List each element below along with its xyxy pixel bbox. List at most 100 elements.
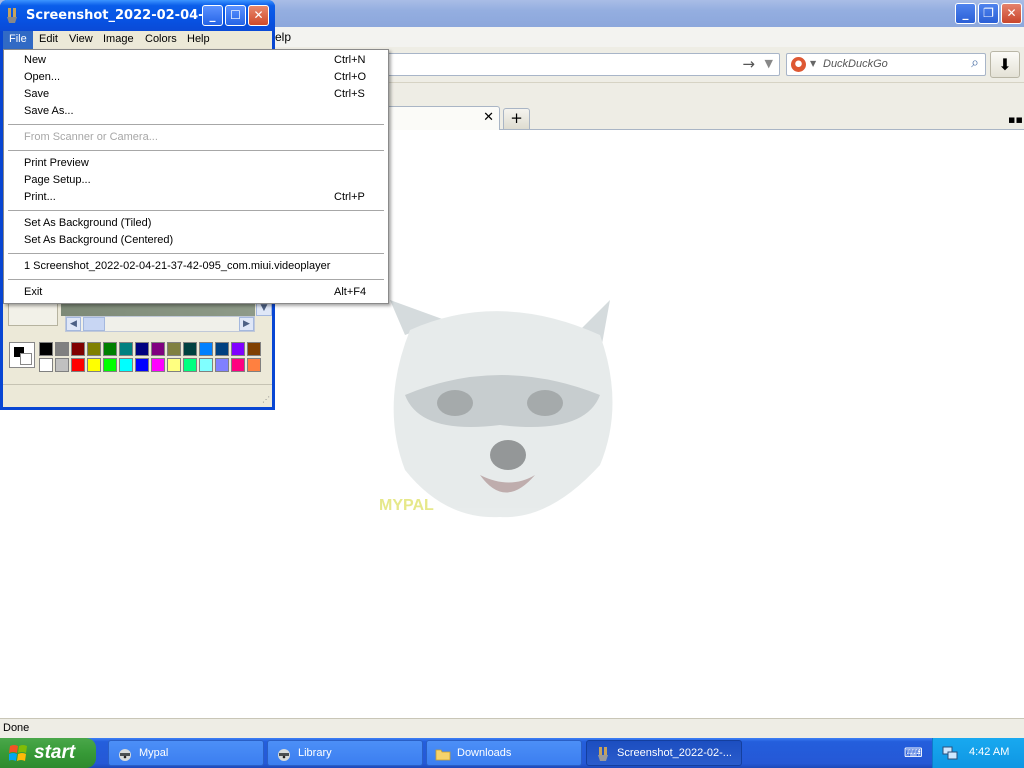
palette-swatch[interactable]	[247, 358, 261, 372]
horizontal-scrollbar[interactable]: ◀ ▶	[65, 316, 255, 332]
palette-swatch[interactable]	[119, 358, 133, 372]
paint-title: Screenshot_2022-02-04-...	[26, 8, 219, 23]
palette-swatch[interactable]	[199, 342, 213, 356]
menu-edit[interactable]: Edit	[33, 31, 64, 49]
close-tab-icon[interactable]: ✕	[483, 110, 494, 125]
paint-titlebar[interactable]: Screenshot_2022-02-04-... _ ☐ ✕	[0, 0, 275, 31]
menu-item-label: Page Setup...	[24, 174, 91, 186]
menu-item-shortcut: Ctrl+S	[334, 88, 365, 100]
browser-restore-button[interactable]: ❐	[978, 3, 999, 24]
taskbar-button-mypal[interactable]: Mypal	[108, 740, 264, 766]
browser-tab[interactable]: ✕	[385, 106, 500, 130]
palette-swatch[interactable]	[167, 358, 181, 372]
search-icon[interactable]: ⌕	[971, 55, 979, 71]
current-colors[interactable]	[9, 342, 35, 368]
palette-swatch[interactable]	[103, 358, 117, 372]
palette-swatch[interactable]	[103, 342, 117, 356]
menu-item-label: New	[24, 54, 47, 66]
paint-menubar: File Edit View Image Colors Help	[3, 31, 272, 49]
taskbar-button-screenshot[interactable]: Screenshot_2022-02-...	[586, 740, 742, 766]
download-button[interactable]: ⬇	[990, 51, 1020, 78]
raccoon-icon	[278, 749, 290, 761]
menu-file[interactable]: File	[3, 31, 33, 49]
tab-list-icon[interactable]: ▪▪	[1008, 113, 1023, 126]
palette-swatch[interactable]	[183, 342, 197, 356]
status-text: Done	[3, 722, 30, 734]
url-bar[interactable]: → ▼	[380, 53, 780, 76]
menu-item-page-setup[interactable]: Page Setup...	[6, 172, 386, 189]
palette-swatch[interactable]	[231, 342, 245, 356]
palette-swatch[interactable]	[71, 342, 85, 356]
palette-swatch[interactable]	[71, 358, 85, 372]
taskbar-button-label: Mypal	[139, 747, 169, 759]
taskbar-button-downloads[interactable]: Downloads	[426, 740, 582, 766]
url-dropdown-icon[interactable]: ▼	[765, 57, 773, 70]
menu-separator	[8, 210, 384, 211]
raccoon-icon	[119, 749, 131, 761]
browser-minimize-button[interactable]: _	[955, 3, 976, 24]
menu-image[interactable]: Image	[97, 31, 140, 49]
menu-item-save-as[interactable]: Save As...	[6, 103, 386, 120]
go-arrow-icon[interactable]: →	[742, 55, 755, 73]
palette-swatch[interactable]	[183, 358, 197, 372]
palette-swatch[interactable]	[167, 342, 181, 356]
palette-swatch[interactable]	[55, 342, 69, 356]
menu-item-shortcut: Ctrl+P	[334, 191, 365, 203]
palette-swatch[interactable]	[151, 342, 165, 356]
start-button[interactable]: start	[0, 738, 96, 768]
keyboard-icon[interactable]: ⌨	[904, 746, 923, 761]
clock[interactable]: 4:42 AM	[969, 746, 1009, 758]
windows-logo-icon	[9, 745, 27, 761]
new-tab-button[interactable]: +	[503, 108, 530, 130]
menu-item-open[interactable]: Open... Ctrl+O	[6, 69, 386, 86]
palette-swatch[interactable]	[119, 342, 133, 356]
menu-help[interactable]: Help	[181, 31, 216, 49]
menu-item-recent-file[interactable]: 1 Screenshot_2022-02-04-21-37-42-095_com…	[6, 258, 386, 275]
palette-swatch[interactable]	[55, 358, 69, 372]
start-label: start	[34, 742, 76, 763]
palette-swatch[interactable]	[39, 342, 53, 356]
paint-icon	[598, 747, 608, 761]
palette-swatch[interactable]	[135, 358, 149, 372]
menu-item-print-preview[interactable]: Print Preview	[6, 155, 386, 172]
browser-close-button[interactable]: ✕	[1001, 3, 1022, 24]
browser-menu-help[interactable]: elp	[275, 30, 291, 44]
scroll-thumb[interactable]	[83, 317, 105, 331]
palette-swatch[interactable]	[87, 358, 101, 372]
search-bar[interactable]: ▼ DuckDuckGo ⌕	[786, 53, 986, 76]
menu-item-print[interactable]: Print... Ctrl+P	[6, 189, 386, 206]
palette-swatch[interactable]	[215, 358, 229, 372]
network-icon[interactable]	[941, 744, 959, 762]
taskbar: start Mypal Library Downloads Screenshot…	[0, 738, 1024, 768]
menu-item-exit[interactable]: Exit Alt+F4	[6, 284, 386, 301]
paint-maximize-button[interactable]: ☐	[225, 5, 246, 26]
menu-item-new[interactable]: New Ctrl+N	[6, 52, 386, 69]
mypal-watermark: MYPAL	[379, 497, 434, 514]
palette-swatch[interactable]	[215, 342, 229, 356]
menu-colors[interactable]: Colors	[139, 31, 183, 49]
paint-icon	[7, 8, 17, 23]
palette-swatch[interactable]	[87, 342, 101, 356]
menu-item-label: From Scanner or Camera...	[24, 131, 158, 143]
palette-swatch[interactable]	[231, 358, 245, 372]
engine-dropdown-icon[interactable]: ▼	[810, 59, 816, 68]
palette-swatch[interactable]	[135, 342, 149, 356]
resize-grip-icon[interactable]: ⋰	[262, 395, 270, 404]
taskbar-button-label: Library	[298, 747, 332, 759]
duckduckgo-icon[interactable]	[791, 57, 806, 72]
palette-swatch[interactable]	[151, 358, 165, 372]
menu-view[interactable]: View	[63, 31, 99, 49]
paint-minimize-button[interactable]: _	[202, 5, 223, 26]
taskbar-button-library[interactable]: Library	[267, 740, 423, 766]
menu-item-background-centered[interactable]: Set As Background (Centered)	[6, 232, 386, 249]
download-arrow-icon: ⬇	[998, 55, 1012, 74]
scroll-left-button[interactable]: ◀	[66, 317, 81, 331]
menu-item-background-tiled[interactable]: Set As Background (Tiled)	[6, 215, 386, 232]
menu-item-save[interactable]: Save Ctrl+S	[6, 86, 386, 103]
palette-swatch[interactable]	[39, 358, 53, 372]
palette-swatch[interactable]	[199, 358, 213, 372]
menu-separator	[8, 253, 384, 254]
palette-swatch[interactable]	[247, 342, 261, 356]
scroll-right-button[interactable]: ▶	[239, 317, 254, 331]
paint-close-button[interactable]: ✕	[248, 5, 269, 26]
